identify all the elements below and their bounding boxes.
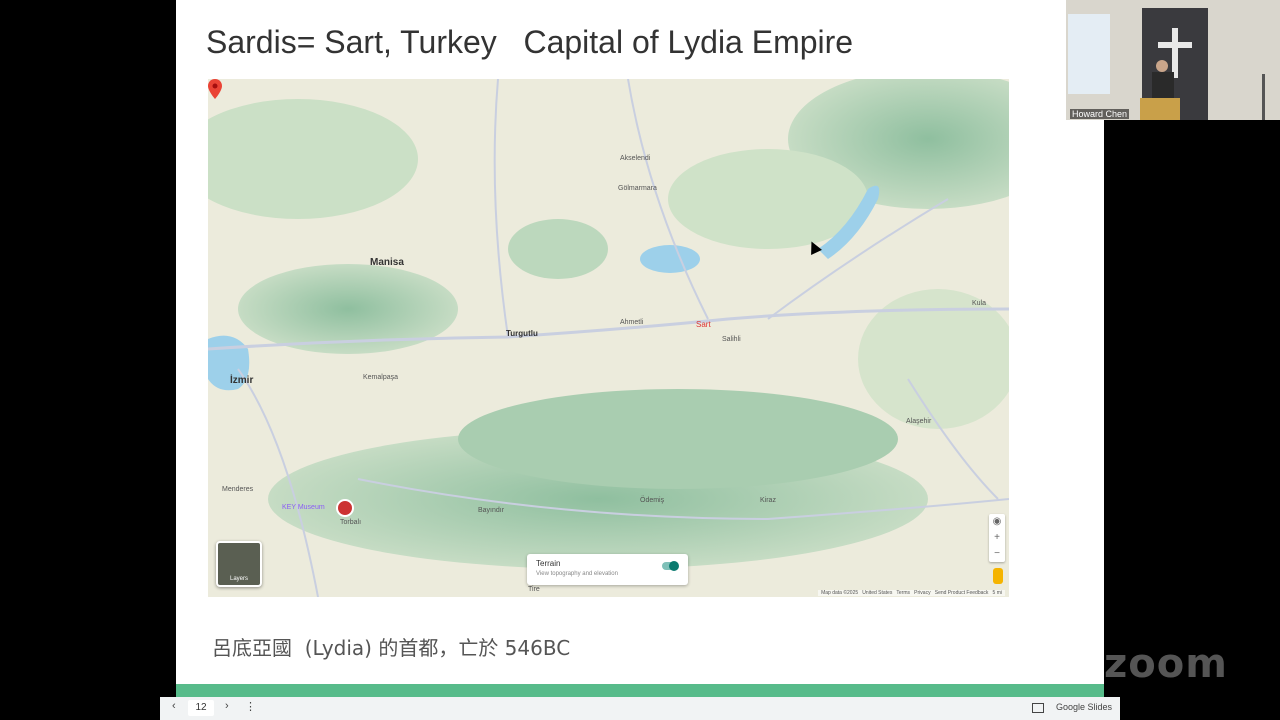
- city-label: Kiraz: [760, 497, 776, 504]
- google-slides-icon: [1032, 703, 1044, 713]
- toggle-knob: [669, 561, 679, 571]
- terrain-toggle-switch[interactable]: [662, 561, 679, 571]
- presentation-slide: Sardis= Sart, Turkey Capital of Lydia Em…: [176, 0, 1066, 697]
- city-label: Turgutlu: [506, 329, 538, 338]
- my-location-icon[interactable]: ◉: [989, 514, 1005, 530]
- city-label: Salihli: [722, 336, 741, 343]
- participant-video[interactable]: Howard Chen: [1066, 0, 1280, 120]
- city-label: Alaşehir: [906, 418, 932, 425]
- location-pin-icon[interactable]: [208, 79, 222, 99]
- city-label: Menderes: [222, 486, 254, 493]
- city-label: Kemalpaşa: [363, 374, 399, 381]
- layers-button[interactable]: Layers: [216, 541, 262, 587]
- city-label: Gölmarmara: [618, 185, 657, 192]
- city-label: Manisa: [370, 257, 404, 268]
- more-options-icon[interactable]: ⋮: [245, 700, 256, 713]
- slides-toolbar: ‹ 12 › ⋮ Google Slides: [160, 697, 1120, 720]
- museum-marker-icon[interactable]: [336, 499, 354, 517]
- terrain-toggle-card[interactable]: Terrain View topography and elevation: [527, 554, 688, 585]
- city-label: Torbalı: [340, 519, 362, 526]
- map-attribution: Map data ©2025 United States Terms Priva…: [818, 590, 1005, 596]
- layers-label: Layers: [229, 576, 248, 582]
- street-view-pegman-icon[interactable]: [993, 568, 1003, 584]
- app-name[interactable]: Google Slides: [1056, 702, 1112, 712]
- prev-slide-button[interactable]: ‹: [172, 700, 176, 712]
- zoom-in-button[interactable]: +: [989, 530, 1005, 546]
- terrain-title: Terrain: [536, 559, 561, 568]
- slide-title: Sardis= Sart, Turkey Capital of Lydia Em…: [206, 24, 854, 60]
- next-slide-button[interactable]: ›: [225, 700, 229, 712]
- slide-margin: [1066, 120, 1104, 697]
- pin-label: Sart: [696, 320, 711, 329]
- city-label: İzmir: [230, 375, 254, 386]
- map-terrain-graphic: [208, 79, 1009, 597]
- museum-label[interactable]: KEY Museum: [282, 504, 325, 511]
- zoom-out-button[interactable]: −: [989, 546, 1005, 562]
- city-label: Tire: [528, 586, 540, 593]
- slide-subtitle: 呂底亞國 (Lydia) 的首都，亡於 546BC: [212, 636, 571, 660]
- city-label: Ödemiş: [640, 497, 665, 504]
- zoom-logo: zoom: [1104, 641, 1228, 687]
- city-label: Bayındır: [478, 507, 505, 514]
- speaker-video-graphic: [1066, 0, 1280, 120]
- map-zoom-controls: ◉ + −: [989, 514, 1005, 562]
- city-label: Akselendi: [620, 155, 651, 162]
- terrain-description: View topography and elevation: [536, 571, 618, 577]
- terrain-map[interactable]: İzmir Manisa Turgutlu Salihli Alaşehir Ö…: [208, 79, 1009, 597]
- slide-accent-bar: [176, 684, 1104, 697]
- city-label: Kula: [972, 300, 987, 307]
- page-number-field[interactable]: 12: [188, 700, 214, 716]
- city-label: Ahmetli: [620, 319, 644, 326]
- participant-name: Howard Chen: [1070, 109, 1130, 119]
